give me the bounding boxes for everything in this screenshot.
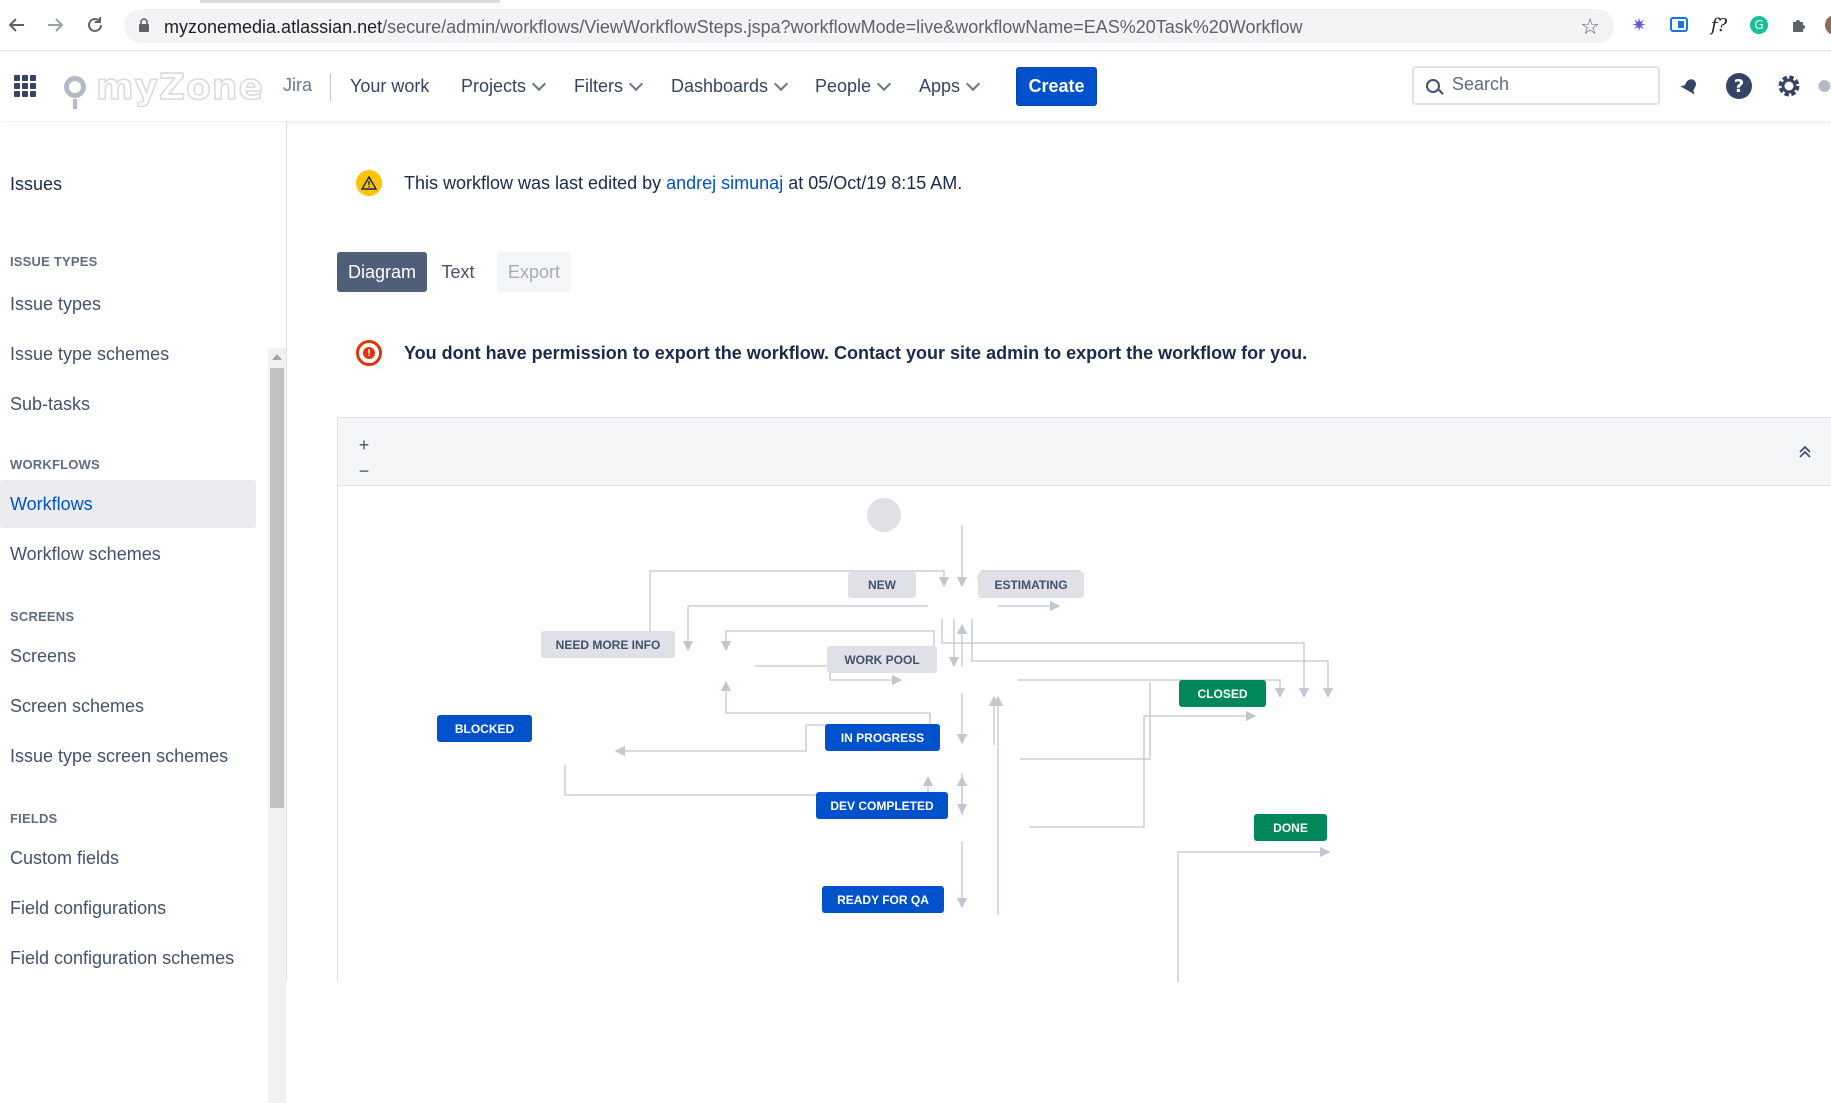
site-logo[interactable]: myZone bbox=[64, 66, 264, 109]
main-content: This workflow was last edited by andrej … bbox=[288, 122, 1831, 982]
product-name[interactable]: Jira bbox=[283, 75, 312, 96]
create-button[interactable]: Create bbox=[1016, 67, 1097, 106]
chevron-down-icon bbox=[773, 76, 789, 91]
admin-sidebar: Issues ISSUE TYPES Issue types Issue typ… bbox=[0, 122, 287, 1103]
sidebar-item-sub-tasks[interactable]: Sub-tasks bbox=[0, 380, 256, 428]
svg-text:?: ? bbox=[1734, 76, 1744, 97]
warning-icon bbox=[356, 170, 382, 196]
notifications-icon[interactable] bbox=[1675, 71, 1705, 101]
help-icon[interactable]: ? bbox=[1724, 71, 1754, 101]
scrollbar-thumb[interactable] bbox=[270, 368, 284, 808]
extension-sparkle-icon[interactable]: ✷ bbox=[1626, 12, 1652, 38]
jira-top-navigation: myZone Jira Your work Projects Filters D… bbox=[0, 51, 1831, 121]
bookmark-star-icon[interactable]: ☆ bbox=[1580, 14, 1600, 40]
sidebar-heading-screens: SCREENS bbox=[10, 609, 75, 624]
sidebar-item-screen-schemes[interactable]: Screen schemes bbox=[0, 682, 256, 730]
address-bar[interactable]: myzonemedia.atlassian.net/secure/admin/w… bbox=[124, 9, 1614, 43]
back-icon[interactable] bbox=[4, 12, 30, 38]
nav-people[interactable]: People bbox=[815, 76, 892, 97]
chevron-down-icon bbox=[628, 76, 644, 91]
nav-apps[interactable]: Apps bbox=[919, 76, 981, 97]
sidebar-item-field-configuration-schemes[interactable]: Field configuration schemes bbox=[0, 934, 256, 982]
sidebar-item-issue-types[interactable]: Issue types bbox=[0, 280, 256, 328]
sidebar-item-screens[interactable]: Screens bbox=[0, 632, 256, 680]
collapse-chevrons-icon[interactable] bbox=[1795, 442, 1815, 462]
status-in-progress[interactable]: IN PROGRESS bbox=[825, 724, 940, 751]
user-avatar[interactable] bbox=[1818, 71, 1831, 101]
sidebar-item-issue-type-screen-schemes[interactable]: Issue type screen schemes bbox=[0, 732, 256, 780]
chevron-down-icon bbox=[965, 76, 981, 91]
error-message: You dont have permission to export the w… bbox=[404, 342, 1308, 363]
search-box[interactable] bbox=[1412, 66, 1660, 105]
sidebar-item-custom-fields[interactable]: Custom fields bbox=[0, 834, 256, 882]
nav-divider bbox=[330, 73, 331, 101]
tab-diagram[interactable]: Diagram bbox=[337, 252, 427, 292]
zoom-in-button[interactable]: + bbox=[350, 432, 378, 458]
search-input[interactable] bbox=[1450, 73, 1644, 96]
lock-icon bbox=[139, 18, 149, 32]
extension-translate-icon[interactable] bbox=[1666, 12, 1692, 38]
status-estimating[interactable]: ESTIMATING bbox=[978, 572, 1084, 598]
profile-avatar-icon[interactable] bbox=[1818, 12, 1831, 38]
nav-projects[interactable]: Projects bbox=[461, 76, 547, 97]
sidebar-heading-fields: FIELDS bbox=[10, 811, 58, 826]
last-edited-notice: This workflow was last edited by andrej … bbox=[356, 170, 962, 196]
scroll-up-arrow-icon[interactable] bbox=[272, 354, 282, 360]
status-work-pool[interactable]: WORK POOL bbox=[827, 646, 937, 673]
workflow-start-node bbox=[867, 498, 901, 532]
status-ready-for-qa[interactable]: READY FOR QA bbox=[822, 886, 944, 913]
forward-icon[interactable] bbox=[42, 12, 68, 38]
tab-text[interactable]: Text bbox=[427, 252, 489, 292]
status-blocked[interactable]: BLOCKED bbox=[437, 715, 532, 742]
sidebar-item-workflow-schemes[interactable]: Workflow schemes bbox=[0, 530, 256, 578]
sidebar-title: Issues bbox=[10, 174, 63, 194]
status-done[interactable]: DONE bbox=[1254, 814, 1327, 841]
chevron-down-icon bbox=[531, 76, 547, 91]
logo-pin-icon bbox=[64, 76, 86, 109]
error-icon: ! bbox=[356, 340, 382, 366]
workflow-connectors bbox=[564, 525, 1334, 982]
view-mode-tabs: Diagram Text Export bbox=[337, 252, 571, 292]
nav-filters[interactable]: Filters bbox=[574, 76, 644, 97]
extension-grammarly-icon[interactable]: G bbox=[1746, 12, 1772, 38]
status-closed[interactable]: CLOSED bbox=[1179, 680, 1266, 707]
sidebar-item-field-configurations[interactable]: Field configurations bbox=[0, 884, 256, 932]
zoom-out-button[interactable]: − bbox=[350, 458, 378, 484]
extension-formula-icon[interactable]: f? bbox=[1706, 12, 1732, 38]
sidebar-item-issue-type-schemes[interactable]: Issue type schemes bbox=[0, 330, 256, 378]
notice-suffix: at 05/Oct/19 8:15 AM. bbox=[788, 172, 963, 193]
notice-prefix: This workflow was last edited by bbox=[404, 172, 662, 193]
sidebar-item-workflows[interactable]: Workflows bbox=[0, 480, 256, 528]
url-text: myzonemedia.atlassian.net/secure/admin/w… bbox=[164, 17, 1303, 37]
status-need-more-info[interactable]: NEED MORE INFO bbox=[541, 631, 675, 658]
logo-wordmark: myZone bbox=[95, 66, 264, 109]
status-dev-completed[interactable]: DEV COMPLETED bbox=[816, 792, 948, 819]
export-permission-error: ! You dont have permission to export the… bbox=[356, 340, 1307, 366]
svg-text:G: G bbox=[1754, 18, 1763, 32]
tab-export[interactable]: Export bbox=[497, 252, 571, 292]
app-switcher-icon[interactable] bbox=[14, 75, 36, 97]
zoom-controls: + − bbox=[350, 432, 378, 484]
reload-icon[interactable] bbox=[82, 12, 108, 38]
nav-your-work[interactable]: Your work bbox=[350, 76, 429, 97]
browser-toolbar: myzonemedia.atlassian.net/secure/admin/w… bbox=[0, 0, 1831, 51]
settings-gear-icon[interactable] bbox=[1774, 71, 1804, 101]
chevron-down-icon bbox=[876, 76, 892, 91]
editor-user-link[interactable]: andrej simunaj bbox=[666, 173, 783, 193]
sidebar-scrollbar[interactable] bbox=[268, 348, 286, 1103]
extension-puzzle-icon[interactable] bbox=[1786, 12, 1812, 38]
active-tab-indicator bbox=[200, 0, 500, 3]
diagram-header bbox=[338, 418, 1831, 486]
nav-dashboards[interactable]: Dashboards bbox=[671, 76, 789, 97]
status-new[interactable]: NEW bbox=[848, 572, 916, 598]
sidebar-heading-workflows: WORKFLOWS bbox=[10, 457, 100, 472]
sidebar-heading-issue-types: ISSUE TYPES bbox=[10, 254, 98, 269]
search-icon bbox=[1426, 79, 1440, 93]
workflow-diagram-panel: + − NEW ESTIMATING NEED MORE INFO WORK P… bbox=[337, 417, 1831, 982]
